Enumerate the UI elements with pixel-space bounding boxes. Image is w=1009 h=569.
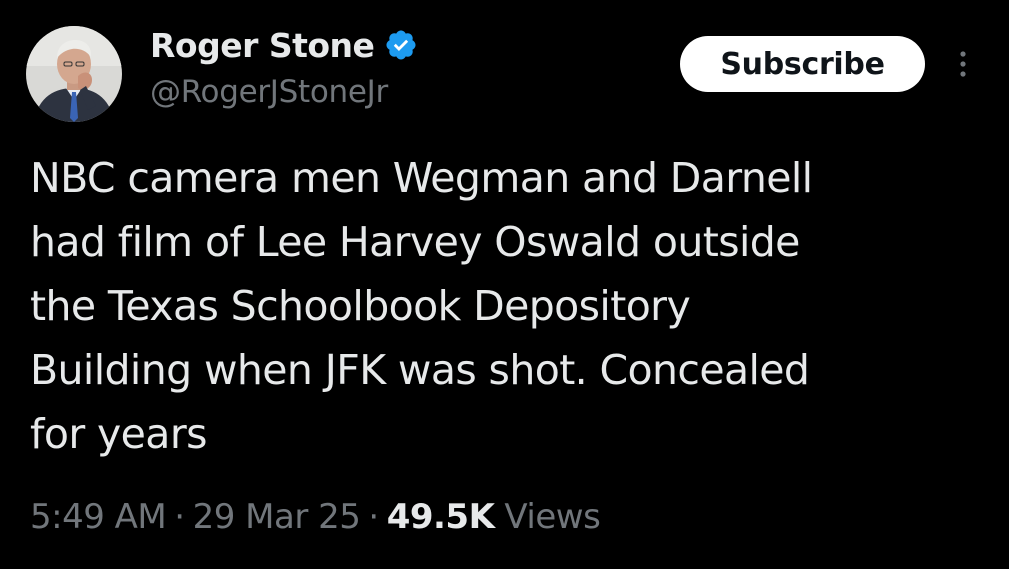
tweet-text-line: the Texas Schoolbook Depository bbox=[30, 282, 691, 330]
more-vertical-icon[interactable] bbox=[952, 46, 974, 86]
tweet-metadata: 5:49 AM · 29 Mar 25 · 49.5K Views bbox=[30, 494, 601, 540]
meta-separator: · bbox=[368, 497, 379, 537]
tweet-text-line: had film of Lee Harvey Oswald outside bbox=[30, 218, 800, 266]
tweet-text-line: NBC camera men Wegman and Darnell bbox=[30, 154, 813, 202]
verified-badge-icon bbox=[384, 28, 418, 62]
views-count[interactable]: 49.5K bbox=[387, 497, 495, 537]
avatar[interactable] bbox=[26, 26, 122, 122]
tweet-date[interactable]: 29 Mar 25 bbox=[193, 497, 361, 537]
tweet-text: NBC camera men Wegman and Darnell had fi… bbox=[30, 146, 990, 466]
avatar-photo bbox=[26, 26, 122, 122]
subscribe-button[interactable]: Subscribe bbox=[680, 36, 925, 92]
tweet-card: Roger Stone @RogerJStoneJr Subscribe NBC… bbox=[0, 0, 1009, 569]
tweet-text-line: Building when JFK was shot. Concealed bbox=[30, 346, 810, 394]
author-name-row[interactable]: Roger Stone bbox=[150, 22, 418, 68]
author-display-name[interactable]: Roger Stone bbox=[150, 26, 375, 65]
tweet-time[interactable]: 5:49 AM bbox=[30, 497, 167, 537]
meta-separator: · bbox=[174, 497, 185, 537]
author-handle[interactable]: @RogerJStoneJr bbox=[150, 74, 388, 110]
views-label[interactable]: Views bbox=[504, 497, 600, 537]
tweet-text-line: for years bbox=[30, 410, 207, 458]
